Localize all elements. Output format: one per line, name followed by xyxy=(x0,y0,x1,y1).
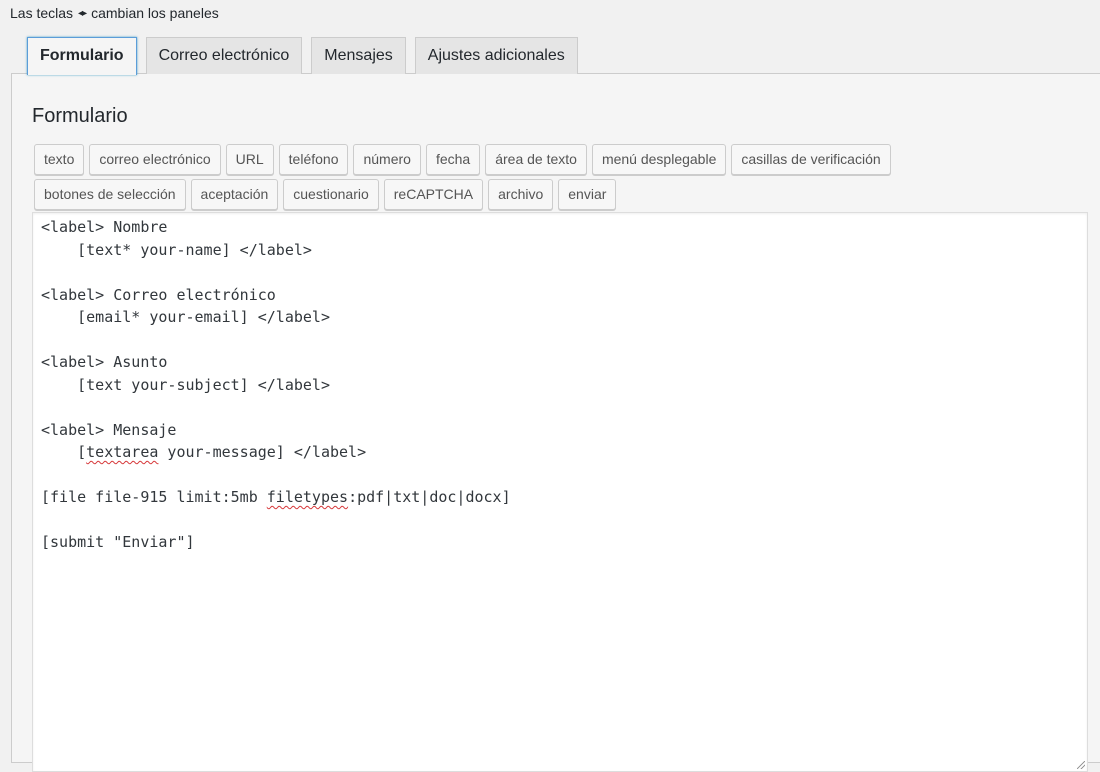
tab-formulario[interactable]: Formulario xyxy=(27,37,137,75)
tag-button-fecha[interactable]: fecha xyxy=(425,144,481,175)
tag-button-numero[interactable]: número xyxy=(353,144,421,175)
tag-button-archivo[interactable]: archivo xyxy=(488,179,554,210)
tag-button-recaptcha[interactable]: reCAPTCHA xyxy=(383,179,484,210)
code-line: [text your-subject] </label> xyxy=(41,375,330,394)
tab-mensajes[interactable]: Mensajes xyxy=(311,37,406,74)
code-line: <label> Correo electrónico xyxy=(41,285,276,304)
tag-button-telefono[interactable]: teléfono xyxy=(278,144,349,175)
hint-suffix: cambian los paneles xyxy=(91,5,219,21)
tag-button-area-de-texto[interactable]: área de texto xyxy=(485,144,587,175)
tab-ajustes-adicionales[interactable]: Ajustes adicionales xyxy=(414,37,578,74)
misspelled-word: filetypes xyxy=(266,488,349,506)
code-line: <label> Nombre xyxy=(41,218,168,236)
hint-prefix: Las teclas xyxy=(10,5,74,21)
keyboard-hint: Las teclas ◂▸ cambian los paneles xyxy=(10,5,219,21)
tag-button-url[interactable]: URL xyxy=(225,144,274,175)
form-template-editor[interactable]: <label> Nombre [text* your-name] </label… xyxy=(32,212,1088,772)
tag-button-texto[interactable]: texto xyxy=(34,144,85,175)
tag-generator-row-2: botones de selección aceptación cuestion… xyxy=(34,179,617,210)
misspelled-word: textarea xyxy=(86,443,159,461)
tag-button-correo-electronico[interactable]: correo electrónico xyxy=(89,144,221,175)
tag-button-aceptacion[interactable]: aceptación xyxy=(190,179,279,210)
tag-button-casillas-de-verificacion[interactable]: casillas de verificación xyxy=(731,144,891,175)
code-line: [submit "Enviar"] xyxy=(41,533,195,551)
tag-button-menu-desplegable[interactable]: menú desplegable xyxy=(591,144,727,175)
tag-button-cuestionario[interactable]: cuestionario xyxy=(283,179,379,210)
tag-generator-row-1: texto correo electrónico URL teléfono nú… xyxy=(34,144,891,175)
tag-button-enviar[interactable]: enviar xyxy=(558,179,617,210)
left-right-arrows-icon: ◂▸ xyxy=(78,7,87,19)
panel-title: Formulario xyxy=(32,105,128,127)
code-line: [text* your-name] </label> xyxy=(41,240,312,259)
code-line: <label> Mensaje xyxy=(41,420,177,439)
resize-handle-icon[interactable] xyxy=(1077,761,1085,769)
code-line: <label> Asunto xyxy=(41,353,168,371)
tab-correo-electronico[interactable]: Correo electrónico xyxy=(145,37,303,74)
tag-button-botones-de-seleccion[interactable]: botones de selección xyxy=(34,179,186,210)
code-line: [textarea your-message] </label> xyxy=(41,443,367,461)
panel-tabs: Formulario Correo electrónico Mensajes A… xyxy=(27,37,578,75)
form-panel: Formulario texto correo electrónico URL … xyxy=(11,73,1100,772)
code-line: [file file-915 limit:5mb filetypes:pdf|t… xyxy=(41,488,511,506)
code-line: [email* your-email] </label> xyxy=(41,308,330,326)
